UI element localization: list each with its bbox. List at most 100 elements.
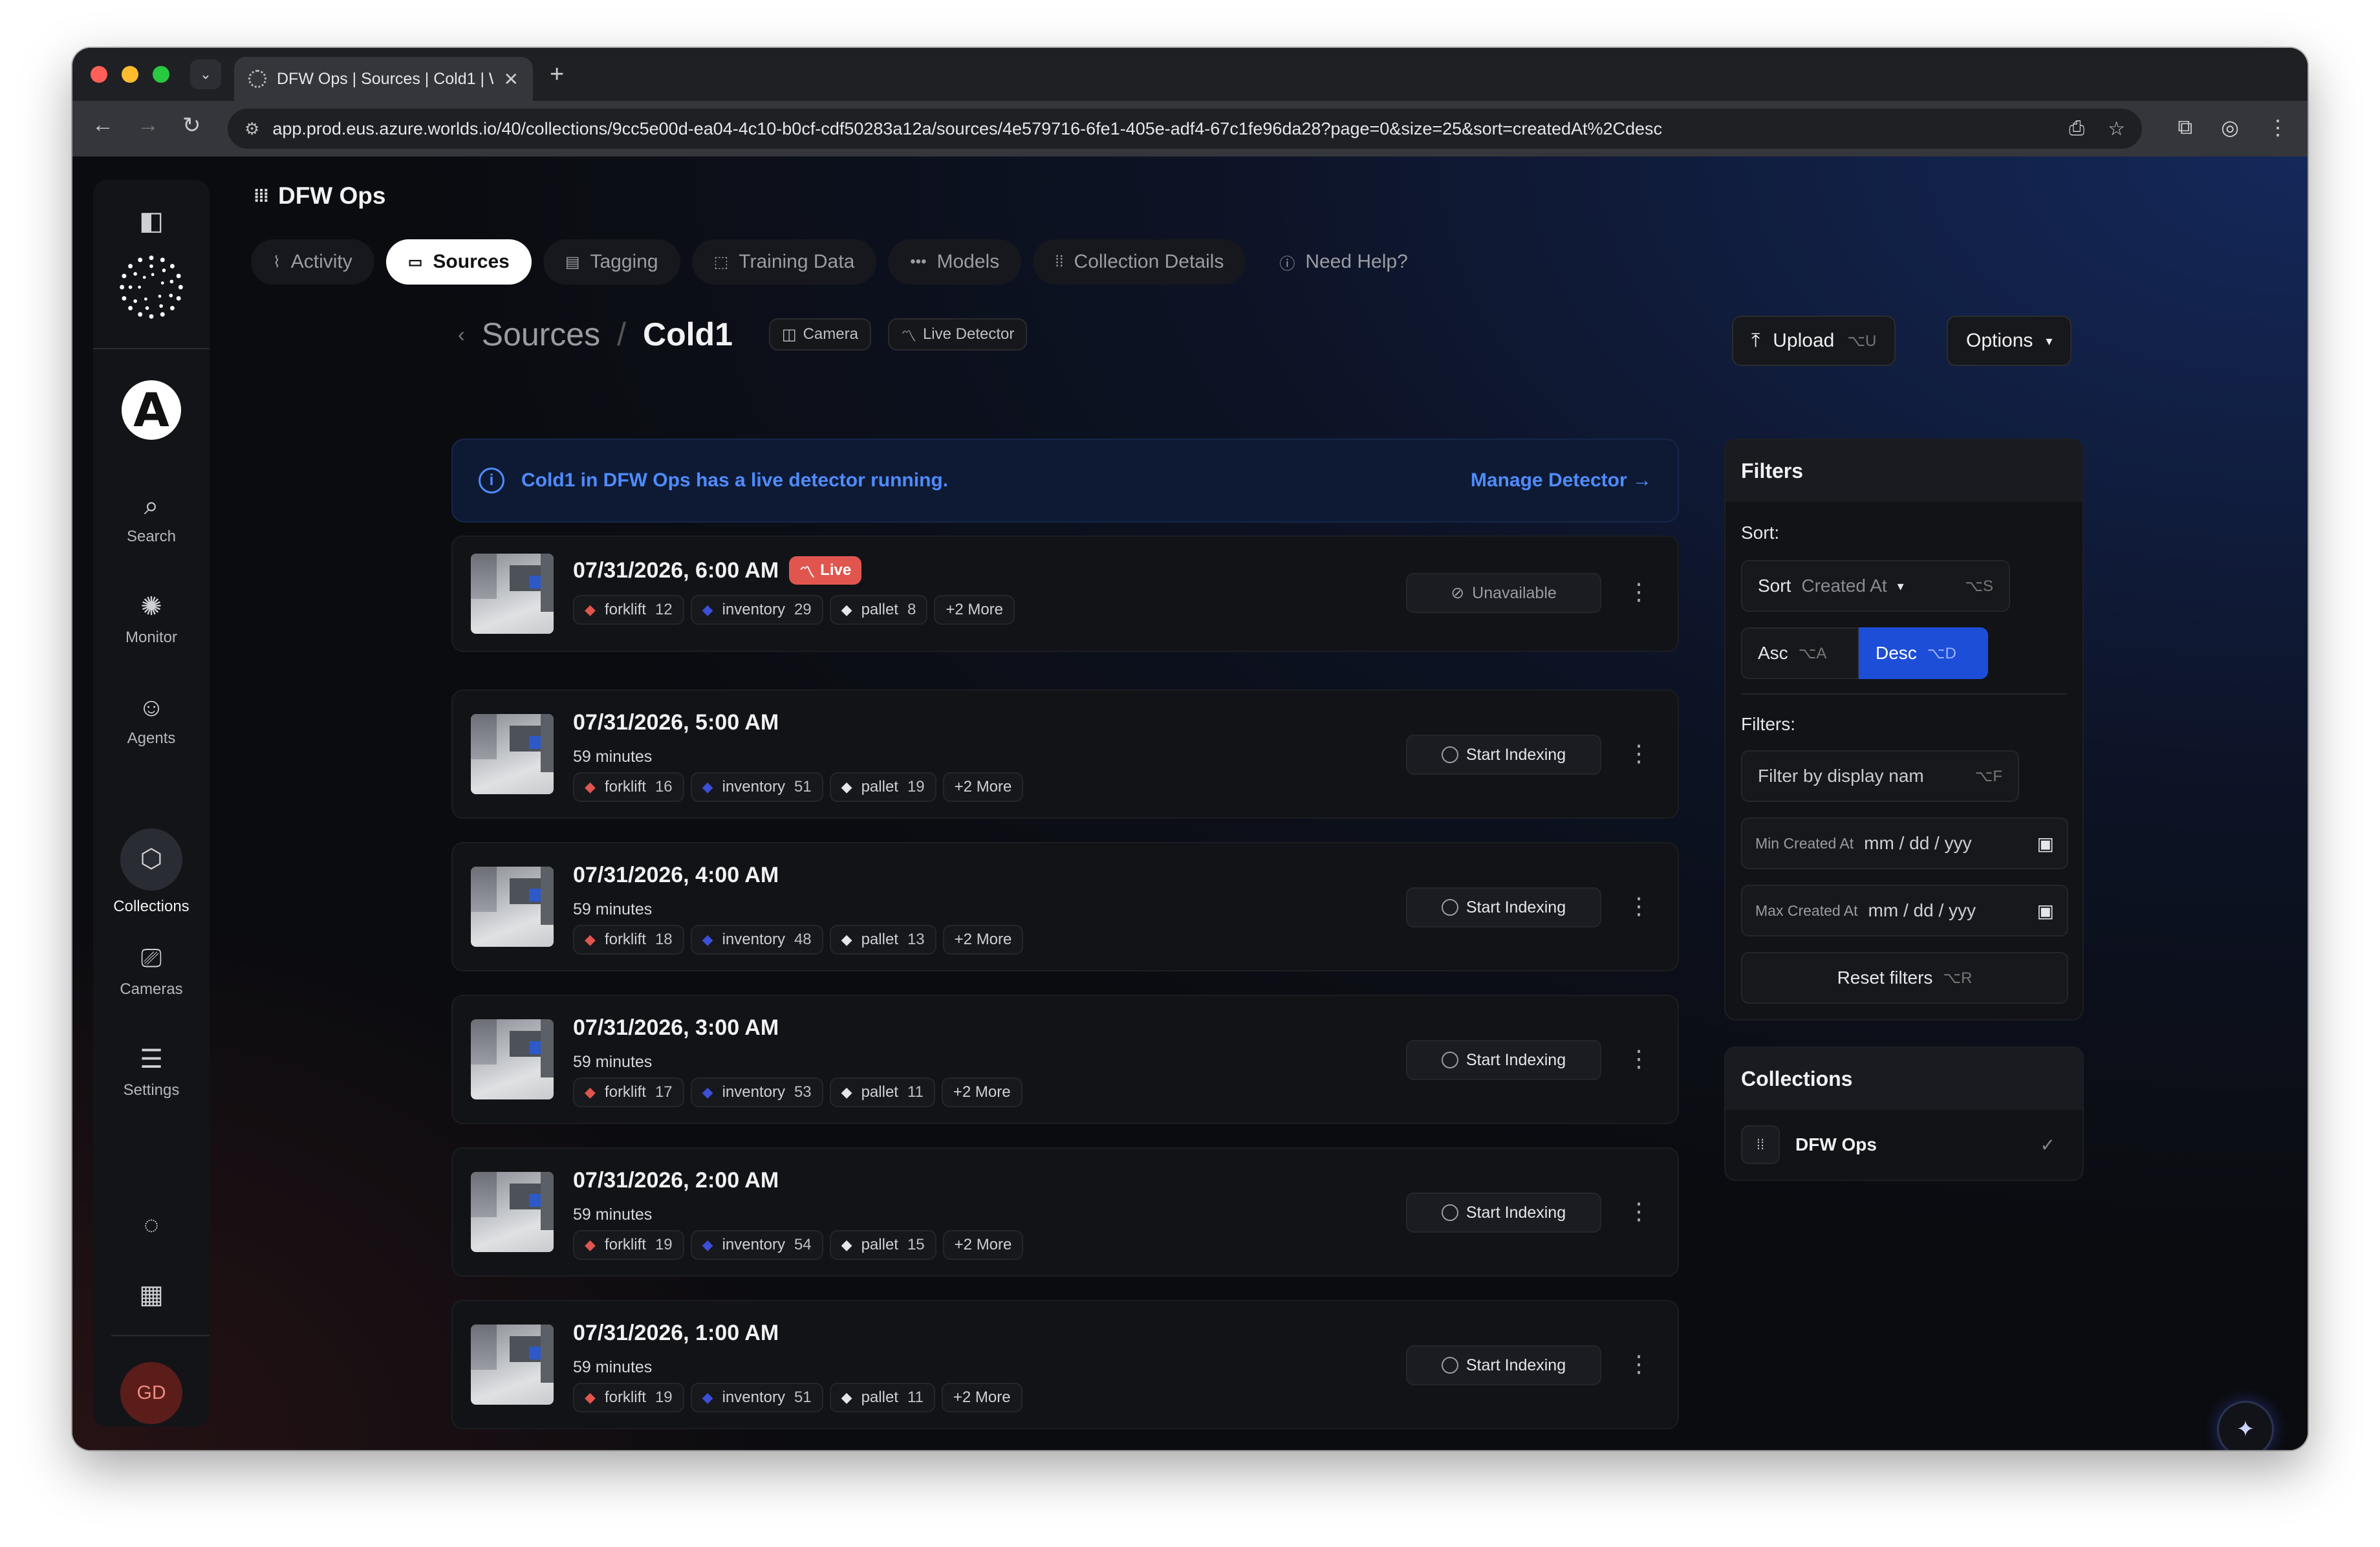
tag-chip-inventory[interactable]: ◆ inventory 54 <box>690 1230 823 1260</box>
tab-models[interactable]: ••• Models <box>888 239 1022 285</box>
max-created-at-input[interactable]: Max Created At mm / dd / yyy ▣ <box>1741 885 2068 936</box>
source-title[interactable]: 07/31/2026, 1:00 AM <box>573 1321 779 1346</box>
source-row[interactable]: 07/31/2026, 5:00 AM 59 minutes ◆ forklift 16… <box>451 689 1679 819</box>
source-row[interactable]: 07/31/2026, 6:00 AM 〽 Live ◆ forklift 12 ◆ inve… <box>451 536 1679 652</box>
profile-icon[interactable]: ◎ <box>2221 115 2239 140</box>
browser-menu-icon[interactable]: ⋮ <box>2267 115 2288 140</box>
breadcrumb-parent[interactable]: Sources <box>482 316 600 353</box>
rail-item-monitor[interactable]: ✺ Monitor <box>93 591 210 647</box>
tab-activity[interactable]: ⌇ Activity <box>251 239 374 285</box>
calendar-icon[interactable]: ▣ <box>2037 900 2054 922</box>
more-tags-button[interactable]: +2 More <box>942 1230 1024 1260</box>
site-settings-icon[interactable]: ⚙ <box>244 119 259 139</box>
user-avatar[interactable]: GD <box>120 1362 182 1424</box>
source-title[interactable]: 07/31/2026, 4:00 AM <box>573 863 779 888</box>
tag-chip-forklift[interactable]: ◆ forklift 12 <box>573 595 684 625</box>
row-menu-icon[interactable]: ⋮ <box>1627 740 1650 767</box>
reset-filters-button[interactable]: Reset filters ⌥R <box>1741 952 2068 1004</box>
tag-chip-pallet[interactable]: ◆ pallet 15 <box>829 1230 936 1260</box>
source-row[interactable]: 07/31/2026, 3:00 AM 59 minutes ◆ forklift 17… <box>451 995 1679 1124</box>
manage-detector-link[interactable]: Manage Detector → <box>1471 470 1652 492</box>
more-tags-button[interactable]: +2 More <box>934 595 1015 625</box>
live-detector-badge[interactable]: 〽 Live Detector <box>887 318 1028 351</box>
tag-chip-pallet[interactable]: ◆ pallet 13 <box>829 925 936 955</box>
tag-chip-pallet[interactable]: ◆ pallet 11 <box>829 1077 935 1107</box>
source-title[interactable]: 07/31/2026, 6:00 AM 〽 Live <box>573 556 862 585</box>
collection-item[interactable]: ⁞⁞ DFW Ops ✓ <box>1741 1125 2068 1164</box>
more-tags-button[interactable]: +2 More <box>941 1383 1022 1412</box>
indexing-status-button[interactable]: Start Indexing <box>1406 735 1601 775</box>
indexing-status-button[interactable]: Start Indexing <box>1406 1345 1601 1385</box>
rail-item-collections[interactable]: ⬡ Collections <box>93 843 210 915</box>
tag-chip-inventory[interactable]: ◆ inventory 51 <box>690 1383 823 1412</box>
tag-chip-forklift[interactable]: ◆ forklift 19 <box>573 1383 684 1412</box>
back-icon[interactable]: ← <box>92 113 114 138</box>
browser-tab[interactable]: DFW Ops | Sources | Cold1 | W ✕ <box>234 57 533 101</box>
source-title[interactable]: 07/31/2026, 3:00 AM <box>573 1015 779 1041</box>
row-menu-icon[interactable]: ⋮ <box>1627 892 1650 920</box>
tab-sources[interactable]: ▭ Sources <box>385 239 532 285</box>
install-app-icon[interactable]: ⎙ <box>2069 118 2084 140</box>
toggle-sidebar-button[interactable]: ◧ <box>93 206 210 243</box>
extensions-icon[interactable]: ⧉ <box>2178 115 2192 140</box>
activity-spinner-button[interactable]: ◌ <box>93 1209 210 1247</box>
assistant-button[interactable]: ✦ <box>2217 1401 2274 1450</box>
row-menu-icon[interactable]: ⋮ <box>1627 1198 1650 1225</box>
minimize-window-button[interactable] <box>122 66 138 83</box>
source-thumbnail[interactable] <box>471 867 554 947</box>
display-name-filter-input[interactable]: Filter by display nam ⌥F <box>1741 750 2019 802</box>
tag-chip-inventory[interactable]: ◆ inventory 29 <box>690 595 823 625</box>
upload-button[interactable]: ⤒ Upload ⌥U <box>1732 316 1896 366</box>
tag-chip-pallet[interactable]: ◆ pallet 11 <box>829 1383 935 1412</box>
tab-search-button[interactable]: ⌄ <box>190 60 221 89</box>
chevron-left-icon[interactable]: ‹ <box>458 323 465 347</box>
tag-chip-forklift[interactable]: ◆ forklift 19 <box>573 1230 684 1260</box>
tag-chip-forklift[interactable]: ◆ forklift 17 <box>573 1077 684 1107</box>
source-title[interactable]: 07/31/2026, 2:00 AM <box>573 1168 779 1193</box>
tag-chip-inventory[interactable]: ◆ inventory 51 <box>690 772 823 802</box>
tab-collection-details[interactable]: ⁞⁞ Collection Details <box>1033 239 1246 285</box>
rail-item-agents[interactable]: ☺ Agents <box>93 692 210 748</box>
more-tags-button[interactable]: +2 More <box>941 1077 1022 1107</box>
tag-chip-inventory[interactable]: ◆ inventory 53 <box>690 1077 823 1107</box>
row-menu-icon[interactable]: ⋮ <box>1627 1350 1650 1378</box>
source-row[interactable]: 07/31/2026, 1:00 AM 59 minutes ◆ forklift 19… <box>451 1300 1679 1429</box>
tag-chip-forklift[interactable]: ◆ forklift 16 <box>573 772 684 802</box>
workspace-logo[interactable]: A <box>122 380 181 440</box>
more-tags-button[interactable]: +2 More <box>942 772 1024 802</box>
rail-item-cameras[interactable]: ⎚ Cameras <box>93 943 210 999</box>
sort-asc-button[interactable]: Asc ⌥A <box>1741 627 1859 679</box>
maximize-window-button[interactable] <box>153 66 169 83</box>
tag-chip-forklift[interactable]: ◆ forklift 18 <box>573 925 684 955</box>
building-button[interactable]: ▦ <box>93 1279 210 1317</box>
tag-chip-pallet[interactable]: ◆ pallet 19 <box>829 772 936 802</box>
source-thumbnail[interactable] <box>471 1325 554 1405</box>
source-row[interactable]: 07/31/2026, 4:00 AM 59 minutes ◆ forklift 18… <box>451 842 1679 971</box>
options-button[interactable]: Options ▾ <box>1947 316 2072 366</box>
close-tab-icon[interactable]: ✕ <box>504 69 519 90</box>
source-title[interactable]: 07/31/2026, 5:00 AM <box>573 710 779 735</box>
source-thumbnail[interactable] <box>471 714 554 794</box>
forward-icon[interactable]: → <box>137 113 159 138</box>
source-thumbnail[interactable] <box>471 554 554 634</box>
indexing-status-button[interactable]: Start Indexing <box>1406 887 1601 927</box>
close-window-button[interactable] <box>91 66 107 83</box>
sort-desc-button[interactable]: Desc ⌥D <box>1859 627 1988 679</box>
tab-training-data[interactable]: ⬚ Training Data <box>691 239 877 285</box>
more-tags-button[interactable]: +2 More <box>942 925 1024 955</box>
sort-select[interactable]: Sort Created At ▾ ⌥S <box>1741 560 2010 612</box>
source-row[interactable]: 07/31/2026, 2:00 AM 59 minutes ◆ forklift 19… <box>451 1147 1679 1277</box>
address-bar[interactable]: ⚙ app.prod.eus.azure.worlds.io/40/collec… <box>228 109 2142 149</box>
bookmark-star-icon[interactable]: ☆ <box>2108 118 2125 140</box>
source-thumbnail[interactable] <box>471 1172 554 1252</box>
row-menu-icon[interactable]: ⋮ <box>1627 1045 1650 1072</box>
tag-chip-pallet[interactable]: ◆ pallet 8 <box>829 595 928 625</box>
need-help-link[interactable]: ⓘ Need Help? <box>1257 239 1429 285</box>
tab-tagging[interactable]: ▤ Tagging <box>543 239 680 285</box>
rail-item-search[interactable]: ⌕ Search <box>93 490 210 546</box>
calendar-icon[interactable]: ▣ <box>2037 833 2054 854</box>
new-tab-button[interactable]: + <box>550 61 564 89</box>
row-menu-icon[interactable]: ⋮ <box>1627 578 1650 605</box>
rail-item-settings[interactable]: ☰ Settings <box>93 1044 210 1099</box>
tag-chip-inventory[interactable]: ◆ inventory 48 <box>690 925 823 955</box>
